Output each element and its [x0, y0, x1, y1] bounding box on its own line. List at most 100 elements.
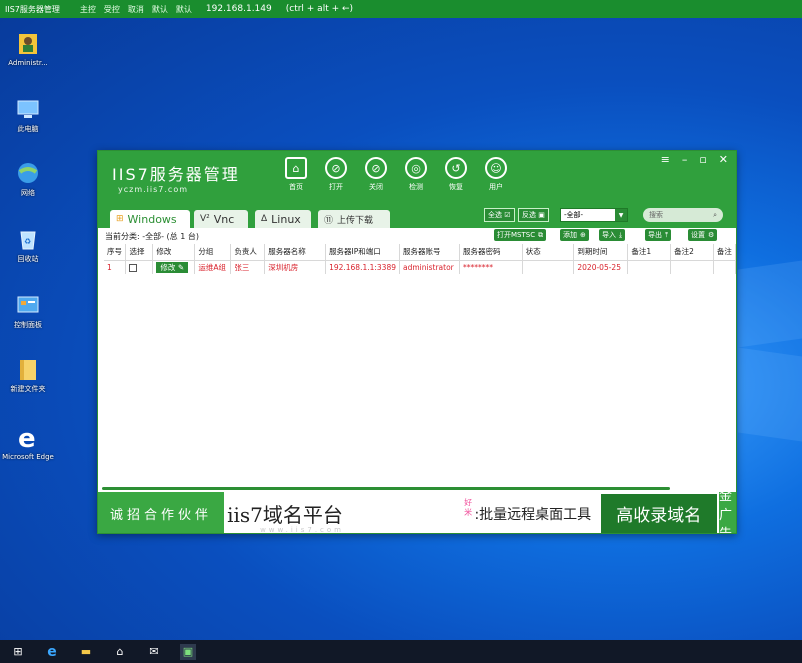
close-connection-button[interactable]: ⊘ 关闭 — [356, 157, 396, 192]
vnc-icon: V² — [200, 214, 210, 224]
ad-high-index-domain[interactable]: 高收录域名 — [598, 492, 719, 533]
default-button-1[interactable]: 默认 — [152, 4, 168, 15]
column-header[interactable]: 服务器IP和端口 — [325, 244, 401, 261]
desktop-icon-new-folder[interactable]: 新建文件夹 — [2, 356, 54, 394]
column-header[interactable]: 选择 — [125, 244, 154, 261]
tab-bar: ⊞ Windows V² Vnc Δ Linux ⑪ 上传下载 — [98, 206, 736, 228]
column-header[interactable]: 修改 — [152, 244, 196, 261]
desktop-icon-label: 回收站 — [17, 255, 39, 263]
master-control-button[interactable]: 主控 — [80, 4, 96, 15]
server-table: 序号 选择 修改 分组 负责人 服务器名称 服务器IP和端口 服务器账号 服务器… — [104, 244, 736, 274]
cell-status — [522, 260, 575, 274]
store-icon[interactable]: ⌂ — [112, 644, 128, 660]
svg-text:♻: ♻ — [24, 237, 31, 246]
open-mstsc-button[interactable]: 打开MSTSC ⧉ — [494, 229, 547, 241]
start-windows-icon[interactable]: ⊞ — [10, 644, 26, 660]
search-icon[interactable]: ⌕ — [713, 211, 717, 220]
desktop-icon-control-panel[interactable]: 控制面板 — [2, 292, 54, 330]
edge-taskbar-icon[interactable]: e — [44, 644, 60, 660]
ad-domain-platform[interactable]: iis7域名平台 www.iis7.com 好米 — [224, 492, 473, 533]
folder-icon — [15, 356, 41, 382]
cell-group: 运维A组 — [194, 260, 232, 274]
edge-icon: e — [15, 424, 41, 454]
cell-note3 — [713, 260, 736, 274]
cell-ip: 192.168.1.1:3389 — [325, 260, 401, 274]
ad-partners[interactable]: 诚招合作伙伴 — [98, 492, 225, 533]
search-input[interactable]: 搜索 ⌕ — [643, 208, 723, 222]
file-explorer-icon[interactable]: ▬ — [78, 644, 94, 660]
table-row[interactable]: 1 修改 ✎ 运维A组 张三 深圳机房 192.168.1.1:3389 adm… — [104, 260, 736, 274]
select-all-button[interactable]: 全选 ☑ — [484, 208, 515, 222]
cell-edit[interactable]: 修改 ✎ — [152, 260, 196, 274]
column-header[interactable]: 到期时间 — [573, 244, 629, 261]
invert-select-button[interactable]: 反选 ▣ — [518, 208, 549, 222]
cancel-button[interactable]: 取消 — [128, 4, 144, 15]
edit-label: 修改 — [160, 262, 176, 272]
row-checkbox[interactable] — [129, 263, 138, 272]
close-label: 关闭 — [369, 183, 383, 191]
column-header[interactable]: 备注2 — [670, 244, 714, 261]
ad-remote-tool[interactable]: :批量远程桌面工具 — [472, 492, 599, 533]
desktop-icon-this-pc[interactable]: 此电脑 — [2, 96, 54, 134]
tab-windows[interactable]: ⊞ Windows — [110, 210, 190, 228]
detect-icon: ◎ — [405, 157, 427, 179]
maximize-icon[interactable]: ▫ — [699, 153, 706, 166]
tab-upload-download-label: 上传下载 — [337, 215, 374, 226]
column-header[interactable]: 备注1 — [627, 244, 672, 261]
group-select[interactable]: -全部- ▼ — [560, 208, 628, 222]
mail-icon[interactable]: ✉ — [146, 644, 162, 660]
close-icon[interactable]: ✕ — [719, 153, 728, 166]
column-header[interactable]: 状态 — [522, 244, 575, 261]
minimize-icon[interactable]: – — [682, 153, 688, 166]
add-button[interactable]: 添加 ⊕ — [560, 229, 589, 241]
export-label: 导出 — [648, 231, 662, 239]
iis7-taskbar-icon[interactable]: ▣ — [180, 643, 196, 660]
tab-upload-download[interactable]: ⑪ 上传下载 — [318, 210, 390, 228]
desktop-icon-recycle-bin[interactable]: ♻ 回收站 — [2, 226, 54, 264]
menu-icon[interactable]: ≡ — [661, 153, 670, 166]
taskbar: ⊞ e ▬ ⌂ ✉ ▣ — [0, 640, 802, 663]
settings-button[interactable]: 设置 ⚙ — [688, 229, 718, 241]
detect-button[interactable]: ◎ 检测 — [396, 157, 436, 192]
cell-password: ******** — [459, 260, 523, 274]
open-button[interactable]: ⊘ 打开 — [316, 157, 356, 192]
tab-linux[interactable]: Δ Linux — [255, 210, 311, 228]
tab-vnc[interactable]: V² Vnc — [194, 210, 248, 228]
desktop-icon-network[interactable]: 网络 — [2, 160, 54, 198]
open-mstsc-label: 打开MSTSC — [497, 231, 536, 239]
home-button[interactable]: ⌂ 首页 — [276, 157, 316, 192]
svg-text:e: e — [18, 424, 36, 450]
open-label: 打开 — [329, 183, 343, 191]
horizontal-scrollbar[interactable] — [102, 487, 670, 490]
desktop-icon-label: Administr... — [8, 59, 48, 67]
home-icon: ⌂ — [285, 157, 307, 179]
desktop-icon-edge[interactable]: e Microsoft Edge — [2, 424, 54, 462]
gear-icon: ⚙ — [708, 231, 715, 239]
column-header[interactable]: 服务器密码 — [459, 244, 523, 261]
import-button[interactable]: 导入 ⤓ — [599, 229, 626, 241]
column-header[interactable]: 备注 — [713, 244, 736, 261]
column-header[interactable]: 分组 — [194, 244, 232, 261]
window-icon: ⧉ — [538, 230, 544, 239]
column-header[interactable]: 服务器账号 — [399, 244, 460, 261]
download-icon: ⤓ — [619, 230, 623, 239]
category-breadcrumb: 当前分类: -全部- (总 1 台) — [105, 232, 199, 241]
edit-row-button[interactable]: 修改 ✎ — [156, 261, 189, 273]
logo-subtitle: yczm.iis7.com — [118, 185, 188, 194]
default-button-2[interactable]: 默认 — [176, 4, 192, 15]
remote-bar-title: IIS7服务器管理 — [5, 4, 60, 14]
ad-golden-slot[interactable]: 黄金广告位 — [718, 470, 736, 533]
cell-select[interactable] — [125, 260, 154, 274]
column-header[interactable]: 序号 — [104, 244, 127, 261]
cell-expire: 2020-05-25 — [573, 260, 629, 274]
user-button[interactable]: ☺ 用户 — [476, 157, 516, 192]
logo-title: IIS7服务器管理 — [112, 165, 240, 184]
desktop-icon-administrator[interactable]: Administr... — [2, 30, 54, 68]
window-controls: ≡ – ▫ ✕ — [661, 153, 728, 166]
export-button[interactable]: 导出 ⤒ — [645, 229, 672, 241]
column-header[interactable]: 服务器名称 — [264, 244, 327, 261]
restore-button[interactable]: ↺ 恢复 — [436, 157, 476, 192]
column-header[interactable]: 负责人 — [230, 244, 266, 261]
controlled-button[interactable]: 受控 — [104, 4, 120, 15]
cell-owner: 张三 — [230, 260, 266, 274]
